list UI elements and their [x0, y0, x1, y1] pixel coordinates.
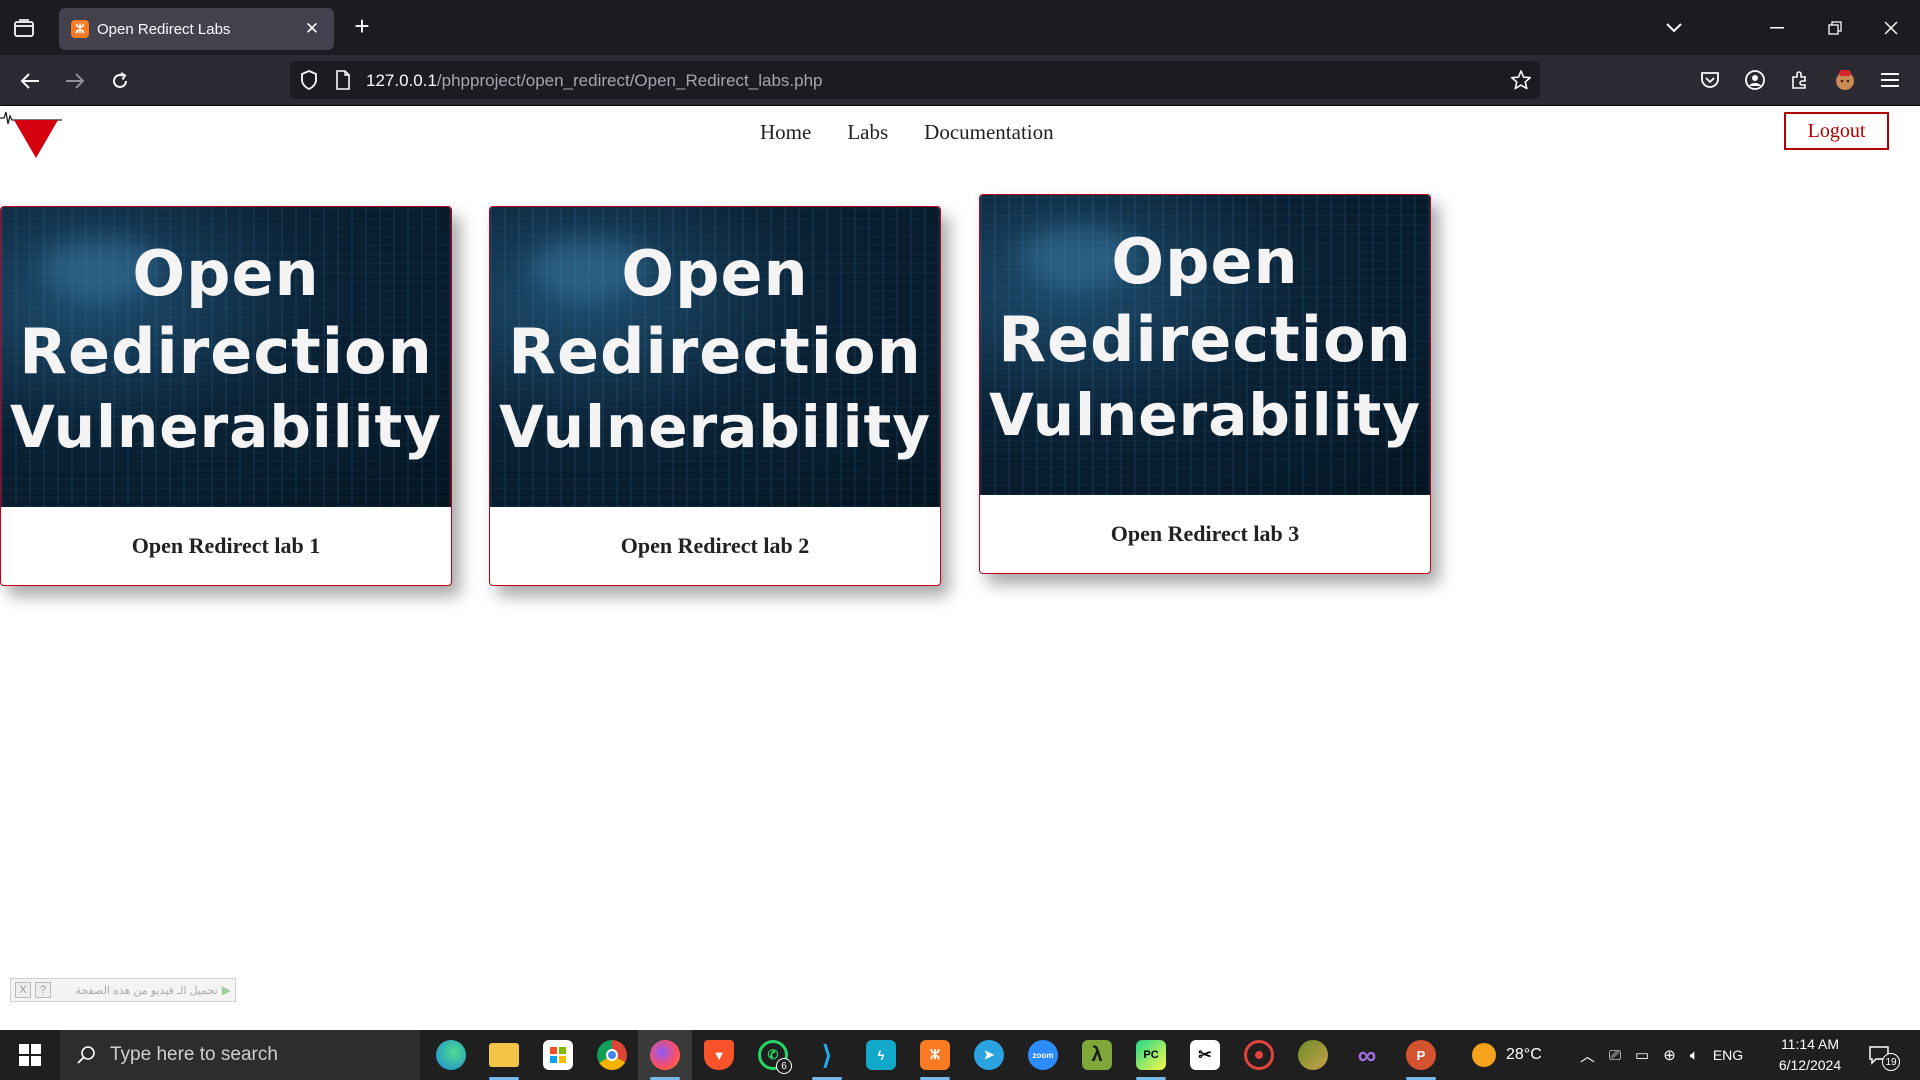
forward-button[interactable] — [59, 65, 91, 97]
store-icon[interactable] — [531, 1030, 585, 1080]
minimize-button[interactable] — [1748, 0, 1806, 55]
reload-button[interactable] — [104, 65, 136, 97]
zoom-label: zoom — [1028, 1040, 1058, 1070]
bookmark-star-icon[interactable] — [1510, 69, 1532, 91]
volume-icon[interactable]: 🔈︎ — [1690, 1047, 1699, 1064]
close-tab-icon[interactable]: ✕ — [302, 19, 322, 39]
whatsapp-icon[interactable]: ✆ 6 — [746, 1030, 800, 1080]
shield-icon[interactable] — [298, 69, 320, 91]
address-bar[interactable]: 127.0.0.1/phpproject/open_redirect/Open_… — [290, 61, 1540, 99]
clock-time: 11:14 AM — [1780, 1036, 1840, 1052]
nav-labs-link[interactable]: Labs — [847, 120, 888, 145]
lab-card-image[interactable]: Open Redirection Vulnerability — [1, 207, 451, 507]
video-download-bar[interactable]: X ? تحميل الـ فيديو من هذه الصفحة ▶ — [10, 978, 236, 1002]
powerpoint-icon[interactable]: P — [1394, 1030, 1448, 1080]
file-explorer-icon[interactable] — [477, 1030, 531, 1080]
meet-now-icon[interactable]: ⎚ — [1609, 1047, 1621, 1064]
play-icon: ▶ — [221, 983, 231, 997]
nav-home-link[interactable]: Home — [760, 120, 811, 145]
chevron-down-icon[interactable] — [1660, 14, 1688, 42]
system-tray: ︿ ⎚ ▭ ⊕ 🔈︎ ENG — [1580, 1030, 1743, 1080]
whatsapp-badge: 6 — [776, 1058, 792, 1074]
weather-temp: 28°C — [1506, 1046, 1542, 1063]
weather-widget[interactable]: 28°C — [1472, 1030, 1542, 1080]
lab-card-image[interactable]: Open Redirection Vulnerability — [490, 207, 940, 507]
account-icon[interactable] — [1740, 65, 1770, 95]
pycharm-icon[interactable]: PC — [1124, 1030, 1178, 1080]
lab-card-caption[interactable]: Open Redirect lab 2 — [490, 507, 940, 585]
xampp-icon: ⵣ — [71, 20, 89, 38]
lab-card-image[interactable]: Open Redirection Vulnerability — [980, 195, 1430, 495]
tab-title: Open Redirect Labs — [97, 20, 231, 38]
chrome-icon[interactable] — [585, 1030, 639, 1080]
apidog-icon[interactable]: ϟ — [854, 1030, 908, 1080]
pocket-icon[interactable] — [1695, 65, 1725, 95]
search-placeholder: Type here to search — [110, 1044, 278, 1065]
nav-documentation-link[interactable]: Documentation — [924, 120, 1053, 145]
browser-titlebar: ⵣ Open Redirect Labs ✕ + — [0, 0, 1920, 55]
card-image-text: Vulnerability — [988, 381, 1422, 449]
clock-date: 6/12/2024 — [1778, 1057, 1842, 1073]
zoom-icon[interactable]: zoom — [1016, 1030, 1070, 1080]
card-image-text: Redirection — [508, 315, 922, 388]
tool-icon[interactable] — [1286, 1030, 1340, 1080]
telegram-icon[interactable]: ➤ — [962, 1030, 1016, 1080]
card-image-text: Redirection — [998, 303, 1412, 376]
notifications-button[interactable]: 19 — [1868, 1030, 1900, 1080]
help-icon[interactable]: ? — [35, 982, 51, 998]
card-image-text: Redirection — [19, 315, 433, 388]
taskbar-clock[interactable]: 11:14 AM 6/12/2024 — [1765, 1034, 1855, 1076]
browser-tab[interactable]: ⵣ Open Redirect Labs ✕ — [59, 8, 334, 50]
notification-count: 19 — [1882, 1053, 1900, 1071]
taskbar-search[interactable]: Type here to search — [60, 1030, 420, 1080]
windows-start-button[interactable] — [0, 1030, 60, 1080]
browser-navbar: 127.0.0.1/phpproject/open_redirect/Open_… — [0, 55, 1920, 106]
lambda-icon[interactable]: λ — [1070, 1030, 1124, 1080]
chevron-up-icon[interactable]: ︿ — [1580, 1045, 1595, 1066]
url-text[interactable]: 127.0.0.1/phpproject/open_redirect/Open_… — [366, 71, 823, 91]
site-nav: Home Labs Documentation — [760, 120, 1054, 145]
page-icon[interactable] — [332, 69, 354, 91]
new-tab-button[interactable]: + — [348, 13, 376, 41]
restore-button[interactable] — [1806, 0, 1864, 55]
back-button[interactable] — [14, 65, 46, 97]
download-bar-text[interactable]: تحميل الـ فيديو من هذه الصفحة — [55, 984, 217, 997]
firefox-icon[interactable] — [638, 1030, 692, 1080]
windows-taskbar: Type here to search ▼ ✆ 6 ⟩ ϟ ⵣ ➤ zoom λ … — [0, 1030, 1920, 1080]
network-icon[interactable]: ⊕ — [1663, 1046, 1676, 1064]
search-icon — [77, 1046, 95, 1064]
xampp-icon[interactable]: ⵣ — [908, 1030, 962, 1080]
vscode-icon[interactable]: ⟩ — [800, 1030, 854, 1080]
lab-card-caption[interactable]: Open Redirect lab 1 — [1, 507, 451, 585]
url-path: /phpproject/open_redirect/Open_Redirect_… — [436, 71, 823, 90]
lab-card-3[interactable]: Open Redirection Vulnerability Open Redi… — [979, 194, 1431, 574]
visual-studio-icon[interactable]: ∞ — [1340, 1030, 1394, 1080]
tab-list-icon[interactable] — [10, 14, 38, 42]
card-image-text: Open — [1111, 225, 1299, 298]
close-icon[interactable]: X — [15, 982, 31, 998]
lab-card-caption[interactable]: Open Redirect lab 3 — [980, 495, 1430, 573]
brave-icon[interactable]: ▼ — [692, 1030, 746, 1080]
capcut-icon[interactable]: ✂ — [1178, 1030, 1232, 1080]
card-image-text: Vulnerability — [9, 393, 443, 461]
menu-icon[interactable] — [1875, 65, 1905, 95]
web-page: Home Labs Documentation Logout Open Redi… — [0, 106, 1920, 1030]
edge-icon[interactable] — [424, 1030, 478, 1080]
sun-icon — [1472, 1043, 1496, 1067]
card-image-text: Open — [621, 237, 809, 310]
card-image-text: Open — [132, 237, 320, 310]
site-logo[interactable] — [0, 108, 64, 164]
battery-icon[interactable]: ▭ — [1635, 1046, 1649, 1064]
language-indicator[interactable]: ENG — [1713, 1047, 1743, 1063]
extension-avatar-icon[interactable] — [1830, 65, 1860, 95]
logout-button[interactable]: Logout — [1784, 112, 1889, 150]
lab-card-1[interactable]: Open Redirection Vulnerability Open Redi… — [0, 206, 452, 586]
url-host: 127.0.0.1 — [366, 71, 437, 90]
lab-card-2[interactable]: Open Redirection Vulnerability Open Redi… — [489, 206, 941, 586]
extensions-icon[interactable] — [1785, 65, 1815, 95]
card-image-text: Vulnerability — [498, 393, 932, 461]
recorder-icon[interactable] — [1232, 1030, 1286, 1080]
close-window-button[interactable] — [1862, 0, 1920, 55]
